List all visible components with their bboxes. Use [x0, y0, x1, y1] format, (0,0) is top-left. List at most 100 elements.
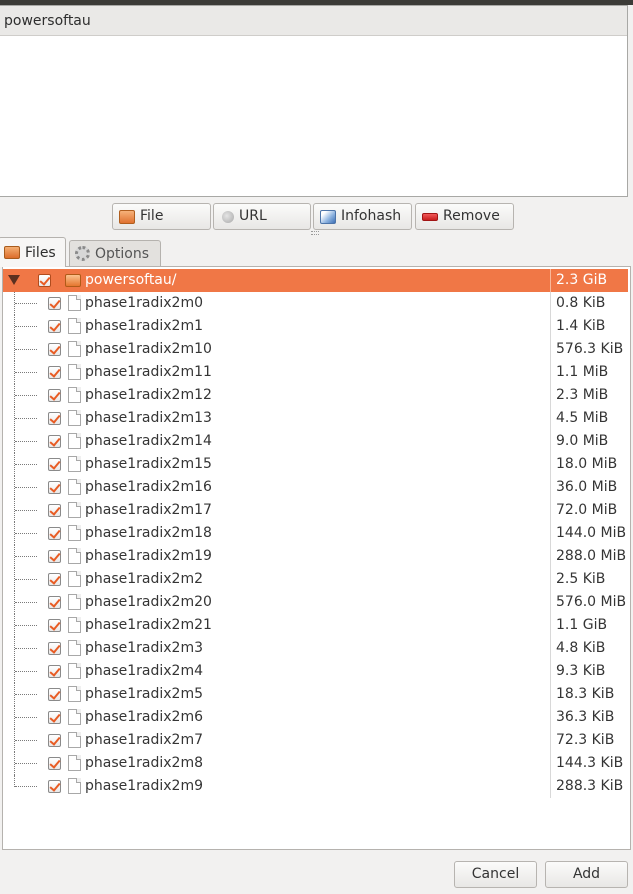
- file-name: phase1radix2m16: [85, 479, 212, 495]
- file-size: 1.1 MiB: [550, 361, 626, 384]
- tab-files[interactable]: Files: [0, 237, 66, 267]
- document-icon: [68, 525, 81, 541]
- file-checkbox[interactable]: [48, 596, 61, 609]
- tree-guide-branch: [15, 579, 37, 580]
- file-checkbox[interactable]: [48, 412, 61, 425]
- file-checkbox[interactable]: [48, 642, 61, 655]
- file-checkbox[interactable]: [48, 504, 61, 517]
- file-row[interactable]: phase1radix2m20 576.0 MiB: [3, 591, 628, 614]
- file-row[interactable]: phase1radix2m16 36.0 MiB: [3, 476, 628, 499]
- file-checkbox[interactable]: [48, 527, 61, 540]
- tree-guide-branch: [15, 671, 37, 672]
- file-row[interactable]: phase1radix2m17 72.0 MiB: [3, 499, 628, 522]
- file-checkbox[interactable]: [48, 458, 61, 471]
- root-folder-name: powersoftau/: [85, 272, 177, 288]
- file-checkbox[interactable]: [48, 665, 61, 678]
- file-size: 9.0 MiB: [550, 430, 626, 453]
- file-size: 288.3 KiB: [550, 775, 626, 798]
- document-icon: [68, 410, 81, 426]
- file-row[interactable]: phase1radix2m21 1.1 GiB: [3, 614, 628, 637]
- file-row[interactable]: phase1radix2m0 0.8 KiB: [3, 292, 628, 315]
- file-checkbox[interactable]: [48, 366, 61, 379]
- file-name: phase1radix2m1: [85, 318, 204, 334]
- tree-guide-branch: [15, 740, 37, 741]
- file-row[interactable]: phase1radix2m1 1.4 KiB: [3, 315, 628, 338]
- file-checkbox[interactable]: [48, 711, 61, 724]
- torrent-list-item[interactable]: powersoftau: [0, 6, 627, 36]
- document-icon: [68, 709, 81, 725]
- cancel-button[interactable]: Cancel: [454, 861, 537, 888]
- file-checkbox[interactable]: [48, 435, 61, 448]
- pane-resize-handle[interactable]: [311, 231, 319, 235]
- file-row[interactable]: phase1radix2m7 72.3 KiB: [3, 729, 628, 752]
- file-row[interactable]: phase1radix2m6 36.3 KiB: [3, 706, 628, 729]
- file-row[interactable]: phase1radix2m13 4.5 MiB: [3, 407, 628, 430]
- root-checkbox[interactable]: [38, 274, 51, 287]
- tab-files-label: Files: [25, 244, 56, 261]
- file-row[interactable]: phase1radix2m2 2.5 KiB: [3, 568, 628, 591]
- document-icon: [68, 732, 81, 748]
- file-row[interactable]: phase1radix2m11 1.1 MiB: [3, 361, 628, 384]
- file-row[interactable]: phase1radix2m15 18.0 MiB: [3, 453, 628, 476]
- tab-options[interactable]: Options: [69, 240, 161, 266]
- file-row[interactable]: phase1radix2m9 288.3 KiB: [3, 775, 628, 798]
- file-row[interactable]: phase1radix2m10 576.3 KiB: [3, 338, 628, 361]
- file-checkbox[interactable]: [48, 297, 61, 310]
- file-checkbox[interactable]: [48, 481, 61, 494]
- file-row[interactable]: phase1radix2m3 4.8 KiB: [3, 637, 628, 660]
- file-name: phase1radix2m3: [85, 640, 204, 656]
- expander-down-icon[interactable]: [8, 275, 20, 285]
- document-icon: [68, 617, 81, 633]
- file-size: 72.0 MiB: [550, 499, 626, 522]
- tree-guide-branch: [15, 625, 37, 626]
- remove-button[interactable]: Remove: [415, 203, 514, 230]
- file-row[interactable]: phase1radix2m19 288.0 MiB: [3, 545, 628, 568]
- file-tree-root-row[interactable]: powersoftau/ 2.3 GiB: [3, 269, 628, 292]
- cancel-label: Cancel: [471, 866, 520, 882]
- file-name: phase1radix2m8: [85, 755, 204, 771]
- tree-guide-branch: [15, 418, 37, 419]
- document-icon: [68, 456, 81, 472]
- document-icon: [68, 640, 81, 656]
- tree-guide-branch: [15, 533, 37, 534]
- file-size: 1.1 GiB: [550, 614, 626, 637]
- add-file-button[interactable]: File: [112, 203, 211, 230]
- tree-guide-branch: [15, 303, 37, 304]
- remove-label: Remove: [443, 208, 500, 224]
- file-icon: [119, 209, 135, 224]
- tree-guide-branch: [15, 786, 37, 787]
- file-tree[interactable]: powersoftau/ 2.3 GiB phase1radix2m0 0.8 K…: [3, 269, 628, 798]
- file-checkbox[interactable]: [48, 757, 61, 770]
- file-checkbox[interactable]: [48, 320, 61, 333]
- file-row[interactable]: phase1radix2m5 18.3 KiB: [3, 683, 628, 706]
- file-checkbox[interactable]: [48, 573, 61, 586]
- file-checkbox[interactable]: [48, 688, 61, 701]
- torrent-list[interactable]: powersoftau: [0, 5, 628, 197]
- file-name: phase1radix2m15: [85, 456, 212, 472]
- file-size: 72.3 KiB: [550, 729, 626, 752]
- add-button[interactable]: Add: [545, 861, 628, 888]
- file-checkbox[interactable]: [48, 734, 61, 747]
- file-row[interactable]: phase1radix2m4 9.3 KiB: [3, 660, 628, 683]
- file-size: 4.8 KiB: [550, 637, 626, 660]
- document-icon: [68, 318, 81, 334]
- file-checkbox[interactable]: [48, 550, 61, 563]
- file-checkbox[interactable]: [48, 389, 61, 402]
- tree-guide-branch: [15, 694, 37, 695]
- file-checkbox[interactable]: [48, 780, 61, 793]
- folder-icon: [4, 246, 20, 259]
- file-name: phase1radix2m7: [85, 732, 204, 748]
- file-row[interactable]: phase1radix2m14 9.0 MiB: [3, 430, 628, 453]
- add-infohash-button[interactable]: Infohash: [313, 203, 412, 230]
- file-checkbox[interactable]: [48, 343, 61, 356]
- file-row[interactable]: phase1radix2m18 144.0 MiB: [3, 522, 628, 545]
- file-checkbox[interactable]: [48, 619, 61, 632]
- file-size: 36.3 KiB: [550, 706, 626, 729]
- tree-guide-branch: [15, 763, 37, 764]
- add-url-button[interactable]: URL: [213, 203, 311, 230]
- file-size: 9.3 KiB: [550, 660, 626, 683]
- file-row[interactable]: phase1radix2m12 2.3 MiB: [3, 384, 628, 407]
- file-row[interactable]: phase1radix2m8 144.3 KiB: [3, 752, 628, 775]
- add-url-label: URL: [239, 208, 267, 224]
- tree-guide-branch: [15, 395, 37, 396]
